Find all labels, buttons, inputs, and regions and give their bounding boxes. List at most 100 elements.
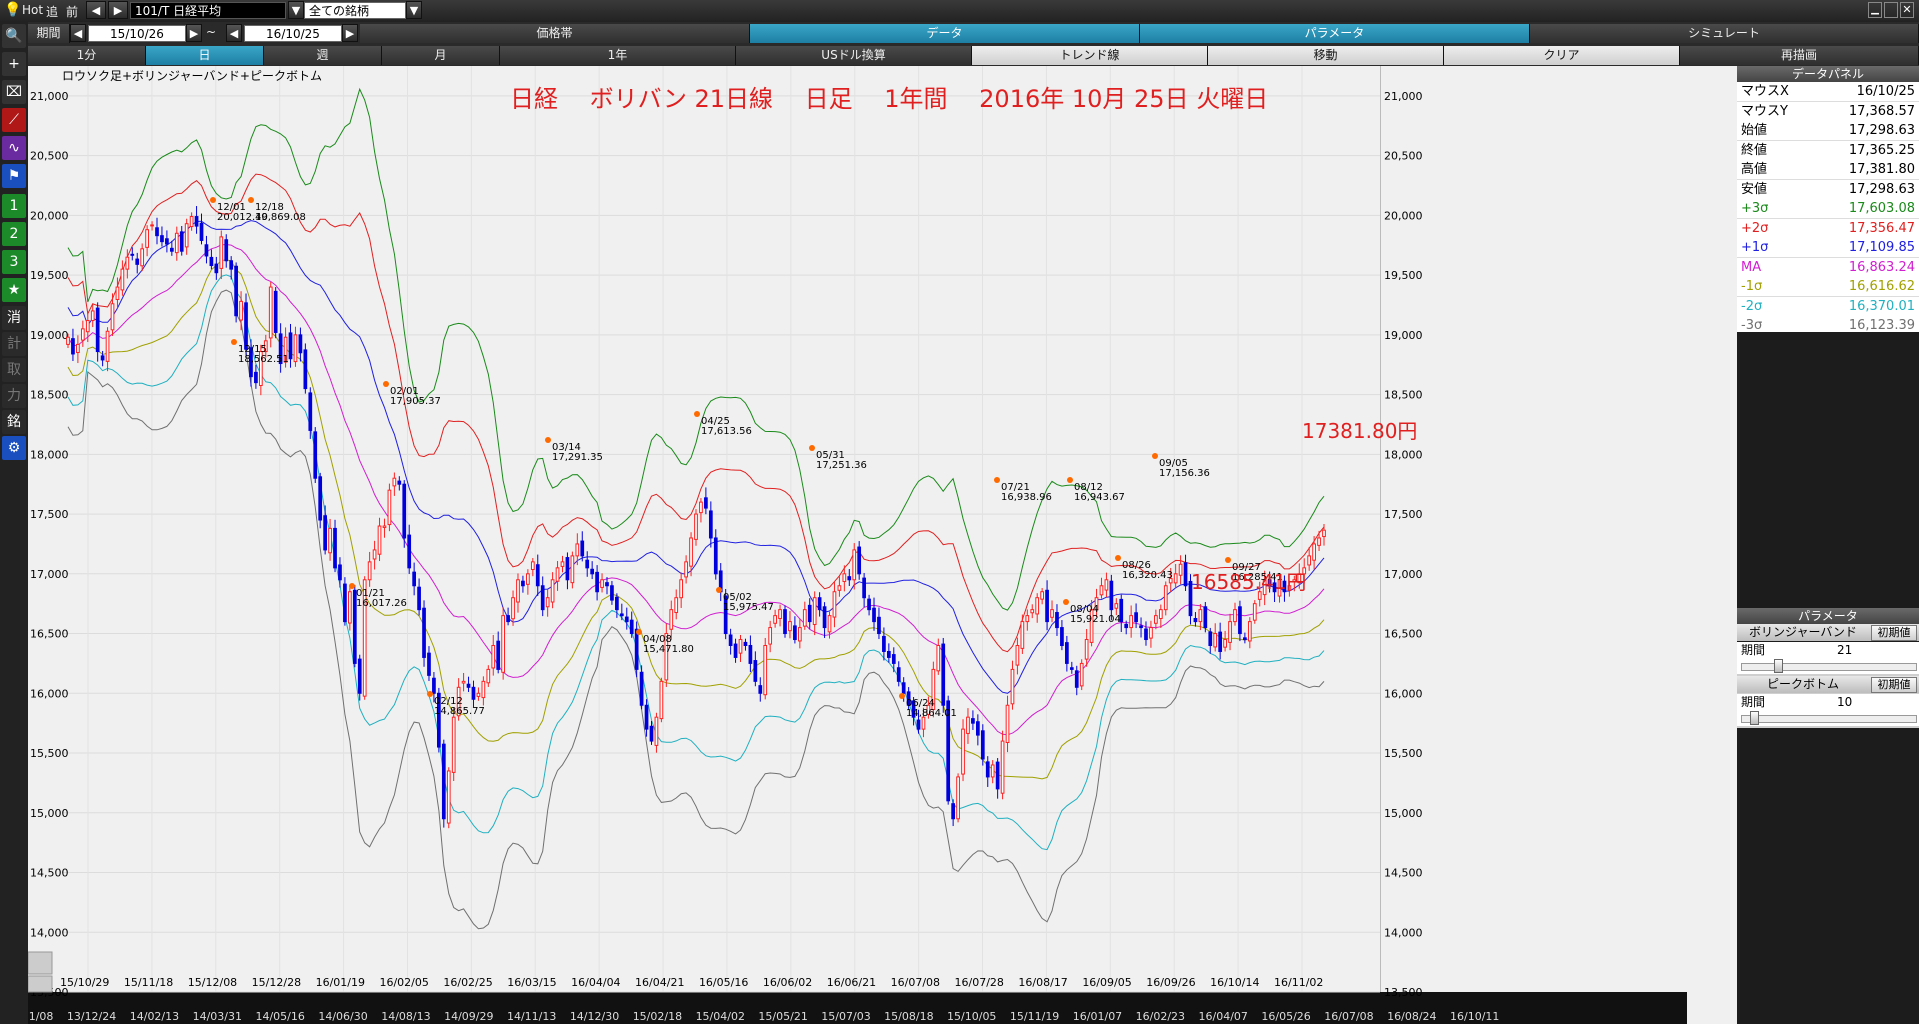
brand-button[interactable]: 銘 (2, 410, 26, 434)
tab-clear[interactable]: クリア (1444, 46, 1680, 65)
tab-trendline[interactable]: トレンド線 (972, 46, 1208, 65)
from-next-button[interactable]: ▶ (186, 24, 202, 42)
candle-body (629, 619, 634, 635)
from-date-field[interactable]: 15/10/26 (88, 25, 186, 42)
candle-body (605, 582, 609, 587)
bollinger-reset-button[interactable]: 初期値 (1871, 625, 1917, 641)
candle-body (150, 224, 154, 227)
candle-body (659, 680, 664, 720)
annotation-value: 17,251.36 (816, 460, 867, 471)
maximize-icon[interactable] (1884, 2, 1898, 18)
tab-1year[interactable]: 1年 (500, 46, 736, 65)
peak-bottom-period-row: 期間 10 (1737, 694, 1919, 710)
to-date-field[interactable]: 16/10/25 (244, 25, 342, 42)
bollinger-slider-knob[interactable] (1774, 659, 1783, 673)
mae-button[interactable]: 前 (66, 3, 78, 20)
flag-icon[interactable]: ⚑ (2, 164, 26, 188)
crosshair-icon[interactable]: + (2, 52, 26, 76)
overview-tick-label: 13/11/08 (28, 1010, 53, 1023)
tab-day[interactable]: 日 (146, 46, 264, 65)
candlestick-chart[interactable]: 21,000 20,500 20,000 19,500 19,000 18,500 18,0… (28, 66, 1687, 1024)
bollinger-period-value[interactable]: 21 (1837, 642, 1852, 658)
x-tick-label: 16/10/14 (1210, 976, 1259, 989)
overview-tick-label: 16/04/07 (1199, 1010, 1248, 1023)
minimize-icon[interactable]: ▁ (1868, 2, 1882, 18)
candle-body (1079, 662, 1084, 687)
tab-parameter[interactable]: パラメータ (1140, 24, 1530, 43)
candle-body (585, 559, 590, 569)
indicator-icon[interactable]: ∿ (2, 136, 26, 160)
right-panel: データパネル マウスX 16/10/25 マウスY 17,368.57 始値 17,298… (1737, 66, 1919, 1024)
preset-2-button[interactable]: 2 (2, 222, 26, 246)
tab-redraw[interactable]: 再描画 (1680, 46, 1919, 65)
camera-icon[interactable]: ⌧ (2, 80, 26, 104)
y-tick-label-left: 19,500 (30, 269, 69, 282)
candle-body (1173, 573, 1178, 584)
symbol-field[interactable]: 101/T 日経平均 (130, 2, 286, 19)
candle-body (239, 300, 243, 321)
tsui-button[interactable]: 追 (46, 3, 58, 20)
candle-body (392, 477, 397, 487)
tab-data[interactable]: データ (750, 24, 1140, 43)
universe-dropdown-button[interactable]: ▼ (406, 1, 422, 19)
x-tick-label: 16/08/17 (1018, 976, 1067, 989)
candle-body (738, 639, 743, 654)
tab-move[interactable]: 移動 (1208, 46, 1444, 65)
tab-1min[interactable]: 1分 (28, 46, 146, 65)
to-prev-button[interactable]: ◀ (226, 24, 242, 42)
next-symbol-button[interactable]: ▶ (108, 1, 128, 19)
hot-button[interactable]: Hot (22, 3, 43, 17)
candle-body (1099, 585, 1104, 596)
y-tick-label-left: 20,000 (30, 209, 69, 222)
settings-gear-icon[interactable]: ⚙ (2, 436, 26, 460)
candle-body (85, 320, 90, 333)
peak-bottom-slider-knob[interactable] (1750, 711, 1759, 725)
prev-symbol-button[interactable]: ◀ (86, 1, 106, 19)
annotation-value: 16,017.26 (356, 598, 407, 609)
calc-button[interactable]: 計 (2, 332, 26, 356)
power-button[interactable]: 力 (2, 384, 26, 408)
peak-bottom-period-value[interactable]: 10 (1837, 694, 1852, 710)
candle-body (219, 236, 224, 269)
peak-bottom-period-slider[interactable] (1741, 711, 1917, 725)
preset-3-button[interactable]: 3 (2, 250, 26, 274)
candle-body (521, 580, 525, 587)
peak-bottom-reset-button[interactable]: 初期値 (1871, 677, 1917, 693)
trade-button[interactable]: 取 (2, 358, 26, 382)
favorite-star-icon[interactable]: ★ (2, 278, 26, 302)
peak-bottom-slider-row (1737, 710, 1919, 726)
lightbulb-icon[interactable]: 💡 (4, 2, 21, 18)
candle-body (417, 586, 421, 611)
line-chart-icon[interactable]: ⟋ (2, 108, 26, 132)
candle-body (491, 644, 496, 669)
close-icon[interactable]: ✕ (1900, 2, 1914, 18)
tab-simulate[interactable]: シミュレート (1530, 24, 1919, 43)
overview-tick-label: 15/07/03 (821, 1010, 870, 1023)
from-prev-button[interactable]: ◀ (70, 24, 86, 42)
to-next-button[interactable]: ▶ (342, 24, 358, 42)
candle-body (832, 591, 837, 618)
symbol-dropdown-button[interactable]: ▼ (288, 1, 304, 19)
tab-price-band[interactable]: 価格帯 (360, 24, 750, 43)
candle-body (273, 290, 278, 333)
candle-body (402, 483, 407, 539)
data-row: マウスX 16/10/25 (1737, 82, 1919, 102)
candle-body (679, 579, 684, 599)
annotation-value: 16,320.43 (1122, 570, 1173, 581)
erase-button[interactable]: 消 (2, 306, 26, 330)
bollinger-period-slider[interactable] (1741, 659, 1917, 673)
candle-body (708, 510, 713, 539)
candle-body (412, 571, 417, 587)
data-row: +2σ 17,356.47 (1737, 218, 1919, 239)
tab-week[interactable]: 週 (264, 46, 382, 65)
candle-body (1069, 667, 1074, 670)
preset-1-button[interactable]: 1 (2, 194, 26, 218)
search-icon[interactable]: 🔍 (2, 24, 26, 48)
tab-usd-conversion[interactable]: USドル換算 (736, 46, 972, 65)
universe-field[interactable]: 全ての銘柄 (304, 2, 406, 19)
tab-month[interactable]: 月 (382, 46, 500, 65)
peak-bottom-marker (809, 445, 815, 451)
candle-body (1025, 615, 1030, 623)
mini-chart-icon-2 (28, 975, 53, 993)
data-row: -1σ 16,616.62 (1737, 277, 1919, 297)
